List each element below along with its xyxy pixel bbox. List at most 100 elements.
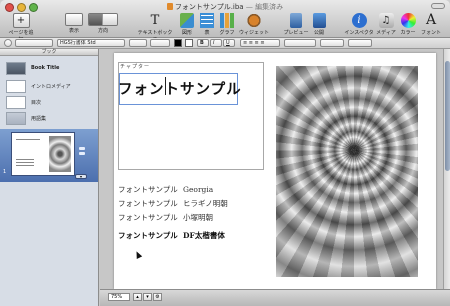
shape-label: 図形 xyxy=(181,30,192,36)
status-bar: 75% ▴ ▾ ⚙ xyxy=(100,289,450,306)
sample-text: フォントサンプル xyxy=(118,213,178,222)
font-sample-line[interactable]: フォントサンプル 小塚明朝 xyxy=(118,212,213,223)
sample-text: フォントサンプル xyxy=(118,185,178,194)
chapter-label[interactable]: チャプター xyxy=(120,63,150,70)
thumbnail-text-line xyxy=(16,159,34,160)
info-icon: i xyxy=(351,13,367,28)
color-wheel-icon xyxy=(400,13,416,28)
orientation-portrait-segment[interactable] xyxy=(103,14,117,25)
flower-petals xyxy=(276,66,418,277)
add-page-icon: + xyxy=(12,13,30,28)
table-icon xyxy=(200,13,214,28)
fonts-label: フォント xyxy=(420,30,441,36)
font-size-select[interactable] xyxy=(150,39,170,47)
preview-icon xyxy=(290,13,302,28)
sidebar-item-label: 用語集 xyxy=(31,116,47,122)
font-style-select[interactable] xyxy=(129,39,147,47)
media-icon: ♫ xyxy=(378,13,394,28)
preview-button[interactable]: プレビュー xyxy=(283,13,309,36)
page-down-button[interactable]: ▾ xyxy=(143,293,152,301)
view-button[interactable]: 表示 xyxy=(64,13,84,34)
layout-badge xyxy=(79,147,85,150)
glossary-thumbnail xyxy=(6,112,26,125)
sidebar-item-intro-media[interactable]: イントロメディア xyxy=(6,80,94,93)
italic-button[interactable]: I xyxy=(210,39,222,47)
font-family-select[interactable]: HGS行書体 Std xyxy=(57,39,125,47)
publish-label: 公開 xyxy=(313,30,324,36)
sample-font-name: 小塚明朝 xyxy=(183,213,213,222)
textbox-icon: T xyxy=(150,13,160,28)
widget-button[interactable]: ウィジェット xyxy=(238,13,270,36)
publish-button[interactable]: 公開 xyxy=(311,13,327,36)
sample-font-name: Georgia xyxy=(183,185,214,194)
text-cursor xyxy=(165,77,166,95)
underline-button[interactable]: U xyxy=(223,39,235,47)
app-window: フォントサンプル.iba — 編集済み + ページを追加 表示 方向 T テキス… xyxy=(0,0,450,306)
format-bar: HGS行書体 Std B I U ≡ ≡ ≡ ≡ xyxy=(0,38,450,49)
sidebar-item-glossary[interactable]: 用語集 xyxy=(6,112,94,125)
shape-button[interactable]: 図形 xyxy=(178,13,196,36)
settings-gear-icon[interactable]: ⚙ xyxy=(153,293,162,301)
sample-text: フォントサンプル xyxy=(118,199,178,208)
zoom-select[interactable]: 75% xyxy=(108,293,130,301)
sidebar-header: ブック xyxy=(0,49,98,56)
title-bar: フォントサンプル.iba — 編集済み + ページを追加 表示 方向 T テキス… xyxy=(0,0,450,43)
edited-status: — 編集済み xyxy=(245,3,284,11)
window-title-text: フォントサンプル.iba xyxy=(174,3,244,11)
orientation-landscape-segment[interactable] xyxy=(89,14,103,25)
fill-color-swatch[interactable] xyxy=(185,39,193,47)
table-label: 表 xyxy=(204,30,210,36)
book-title-thumbnail xyxy=(6,62,26,75)
chart-button[interactable]: グラフ xyxy=(217,13,237,36)
media-label: メディア xyxy=(376,30,396,36)
view-label: 表示 xyxy=(68,28,79,34)
sidebar-item-book-title[interactable]: Book Title xyxy=(6,62,94,75)
colors-button[interactable]: カラー xyxy=(398,13,418,36)
page-title[interactable]: フォントサンプル xyxy=(118,78,242,99)
window-title: フォントサンプル.iba — 編集済み xyxy=(0,2,450,12)
orientation-segments xyxy=(88,13,118,26)
page-number: 1 xyxy=(3,169,7,175)
intro-media-thumbnail xyxy=(6,80,26,93)
mouse-pointer-icon xyxy=(133,250,143,259)
text-color-swatch[interactable] xyxy=(174,39,182,47)
document-icon xyxy=(166,3,173,10)
toc-thumbnail xyxy=(6,96,26,109)
sidebar-item-label: Book Title xyxy=(31,65,60,71)
alignment-control[interactable]: ≡ ≡ ≡ ≡ xyxy=(240,39,280,47)
paragraph-style-select[interactable] xyxy=(15,39,53,47)
page-up-button[interactable]: ▴ xyxy=(133,293,142,301)
sidebar-item-label: 目次 xyxy=(31,100,42,106)
sample-text: フォントサンプル xyxy=(118,231,178,240)
font-sample-line[interactable]: フォントサンプル Georgia xyxy=(118,184,213,195)
bold-button[interactable]: B xyxy=(197,39,209,47)
media-button[interactable]: ♫ メディア xyxy=(376,13,396,36)
book-page: チャプター フォントサンプル フォントサンプル Georgia フォントサンプルヒ… xyxy=(114,53,436,289)
page-thumbnail[interactable] xyxy=(11,132,75,176)
table-button[interactable]: 表 xyxy=(198,13,216,36)
sample-font-name: DF太楷書体 xyxy=(183,231,225,240)
colors-label: カラー xyxy=(400,30,416,36)
font-icon: A xyxy=(425,12,437,28)
line-spacing-select[interactable] xyxy=(284,39,316,47)
sidebar-toggle-button[interactable] xyxy=(4,39,12,47)
sidebar-selected-page[interactable]: 1 ▾ xyxy=(0,129,98,182)
widget-icon xyxy=(246,13,262,28)
inspector-button[interactable]: i インスペクタ xyxy=(344,13,374,36)
sidebar-item-toc[interactable]: 目次 xyxy=(6,96,94,109)
orientation-control[interactable]: 方向 xyxy=(88,13,118,34)
thumbnail-scroll-button[interactable]: ▾ xyxy=(75,174,87,179)
columns-select[interactable] xyxy=(320,39,344,47)
thumbnail-photo xyxy=(49,136,71,172)
vertical-scrollbar[interactable] xyxy=(443,49,450,289)
font-sample-line[interactable]: フォントサンプル DF太楷書体 xyxy=(118,230,225,241)
shape-icon xyxy=(180,13,194,28)
flower-photo[interactable] xyxy=(276,66,418,277)
fonts-button[interactable]: A フォント xyxy=(420,12,442,37)
font-sample-line[interactable]: フォントサンプル ヒラギノ明朝 xyxy=(118,198,228,209)
scrollbar-thumb[interactable] xyxy=(445,61,450,171)
inspector-label: インスペクタ xyxy=(344,30,374,36)
list-style-select[interactable] xyxy=(348,39,372,47)
toolbar-toggle-button[interactable] xyxy=(431,3,445,9)
chart-icon xyxy=(220,13,234,28)
